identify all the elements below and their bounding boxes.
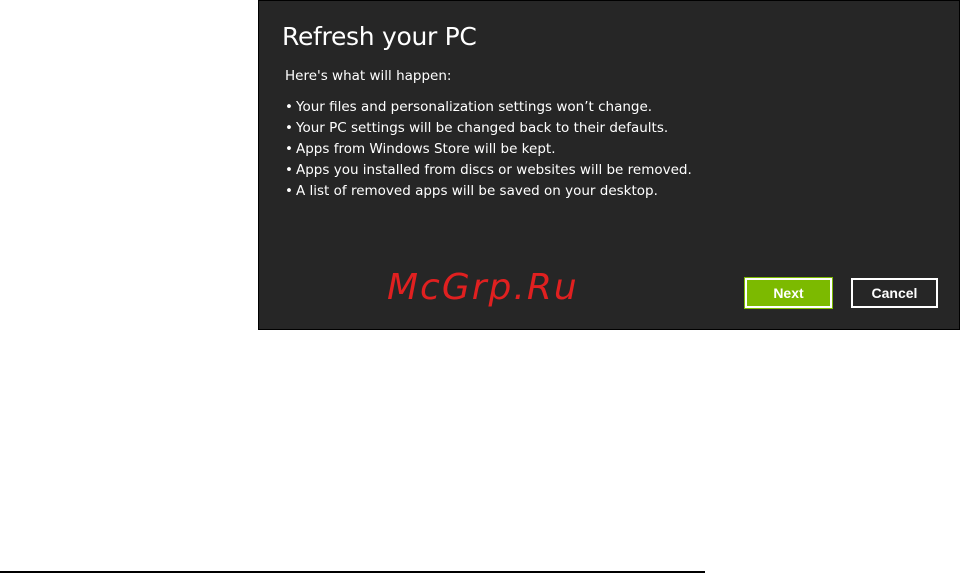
- list-item-text: Apps you installed from discs or website…: [296, 162, 692, 178]
- list-item: • A list of removed apps will be saved on…: [285, 181, 692, 202]
- list-item: • Apps from Windows Store will be kept.: [285, 139, 692, 160]
- bullet-icon: •: [285, 141, 293, 157]
- list-item: • Your files and personalization settings…: [285, 97, 692, 118]
- bullet-icon: •: [285, 183, 293, 199]
- list-item: • Apps you installed from discs or websit…: [285, 160, 692, 181]
- refresh-pc-dialog: Refresh your PC Here's what will happen:…: [258, 0, 960, 330]
- footer-divider: [0, 571, 705, 573]
- list-item-text: Your PC settings will be changed back to…: [296, 120, 669, 136]
- list-item: • Your PC settings will be changed back t…: [285, 118, 692, 139]
- list-item-text: Your files and personalization settings …: [296, 99, 653, 115]
- changes-list: • Your files and personalization settings…: [285, 97, 692, 202]
- list-item-text: Apps from Windows Store will be kept.: [296, 141, 556, 157]
- bullet-icon: •: [285, 99, 293, 115]
- bullet-icon: •: [285, 162, 293, 178]
- page: Refresh your PC Here's what will happen:…: [0, 0, 961, 574]
- watermark-text: McGrp.Ru: [387, 267, 579, 308]
- dialog-title: Refresh your PC: [282, 22, 477, 51]
- list-item-text: A list of removed apps will be saved on …: [296, 183, 658, 199]
- bullet-icon: •: [285, 120, 293, 136]
- dialog-intro-text: Here's what will happen:: [285, 68, 452, 84]
- cancel-button[interactable]: Cancel: [851, 278, 938, 308]
- next-button[interactable]: Next: [744, 277, 833, 309]
